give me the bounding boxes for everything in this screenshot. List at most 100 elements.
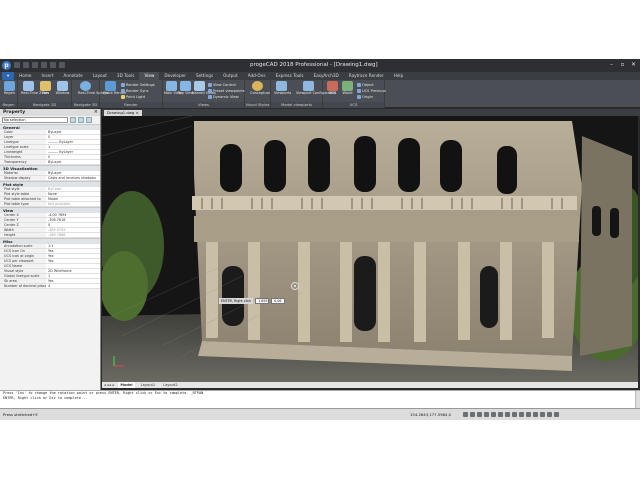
realtime-sphere-button[interactable]: Real-Time Sphere (78, 81, 109, 101)
tab-view[interactable]: View (139, 72, 160, 80)
property-value[interactable]: ByColor (46, 187, 100, 191)
dynamic-input-icon[interactable] (519, 412, 524, 417)
property-value[interactable]: Yes (46, 259, 100, 263)
command-window[interactable]: Press 'Ins' to change the rotation point… (0, 390, 640, 409)
property-value[interactable]: ByLayer (46, 160, 100, 164)
dynamic-view-button[interactable]: Dynamic View (208, 94, 239, 100)
workspace-icon[interactable] (540, 412, 545, 417)
property-value[interactable]: -306.7618 (46, 218, 100, 222)
property-value[interactable]: Casts and receives shadows (46, 176, 100, 180)
polar-icon[interactable] (484, 412, 489, 417)
snap-icon[interactable] (463, 412, 468, 417)
tab-insert[interactable]: Insert (36, 72, 58, 80)
minimize-icon[interactable]: – (607, 61, 616, 69)
main-view-button[interactable]: Main View (164, 81, 182, 101)
annotation-scale-icon[interactable] (533, 412, 538, 417)
layout-nav-arrows[interactable]: ◂ ◂ ▸ ▸ (104, 383, 114, 387)
window-zoom-button[interactable]: Window (55, 81, 70, 101)
property-value[interactable]: 0 (46, 155, 100, 159)
lweight-icon[interactable] (505, 412, 510, 417)
quick-render-button[interactable]: Quick Render (103, 81, 126, 101)
tab-layout2[interactable]: Layout2 (161, 382, 180, 388)
conceptual-button[interactable]: Conceptual (250, 81, 270, 101)
property-value[interactable]: ——— ByLayer (46, 140, 100, 144)
tab-layout1[interactable]: Layout1 (139, 382, 158, 388)
dynamic-input[interactable]: ENTER, Right click 1,895 0,06 (219, 298, 286, 304)
property-value[interactable] (46, 264, 100, 268)
tab-developer[interactable]: Developer (159, 72, 191, 80)
property-value[interactable]: Model (46, 197, 100, 201)
tab-annotate[interactable]: Annotate (59, 72, 88, 80)
named-views-button[interactable]: Named Views (192, 81, 216, 101)
ortho-icon[interactable] (477, 412, 482, 417)
close-icon[interactable]: ✕ (629, 61, 638, 69)
new-icon[interactable] (14, 62, 20, 68)
property-value[interactable]: None (46, 192, 100, 196)
open-icon[interactable] (23, 62, 29, 68)
undo-icon[interactable] (50, 62, 56, 68)
world-ucs-button[interactable]: World (340, 81, 355, 101)
ucs-origin-button[interactable]: Origin (357, 94, 373, 100)
property-value[interactable]: -289.7886 (46, 233, 100, 237)
property-value[interactable]: Yes (46, 249, 100, 253)
quick-select-icon[interactable] (86, 117, 92, 123)
redo-icon[interactable] (59, 62, 65, 68)
property-value[interactable]: 1 (46, 145, 100, 149)
tab-file-menu[interactable]: ▾ (2, 72, 15, 80)
tab-express-tools[interactable]: Express Tools (271, 72, 309, 80)
property-row[interactable]: Number of decimal places 4 (0, 284, 100, 289)
tab-output[interactable]: Output (218, 72, 243, 80)
settings-icon[interactable] (554, 412, 559, 417)
app-logo[interactable]: p (2, 61, 11, 70)
tab-settings[interactable]: Settings (191, 72, 218, 80)
point-light-button[interactable]: Point Light (121, 94, 145, 100)
selection-dropdown[interactable]: No selection (2, 117, 68, 123)
property-value[interactable]: 2D Wireframe (46, 269, 100, 273)
viewport-configuration-button[interactable]: Viewport Configuration (296, 81, 336, 101)
dynamic-input-field-1[interactable]: 1,895 (255, 298, 270, 304)
command-prompt-line[interactable]: ENTER, Right click or Esc to complete... (0, 396, 640, 401)
close-icon[interactable]: × (136, 110, 139, 115)
property-value[interactable]: -4.00 7894 (46, 213, 100, 217)
drawing-canvas[interactable]: ENTER, Right click 1,895 0,06 (102, 116, 638, 382)
tab-add-ons[interactable]: Add-Ons (243, 72, 271, 80)
property-value[interactable]: ByLayer (46, 130, 100, 134)
select-objects-icon[interactable] (78, 117, 84, 123)
tab-model[interactable]: Model (118, 382, 135, 388)
dynamic-input-field-2[interactable]: 0,06 (271, 298, 286, 304)
save-icon[interactable] (32, 62, 38, 68)
tab-home[interactable]: Home (14, 72, 36, 80)
tab-3d-tools[interactable]: 3D Tools (112, 72, 140, 80)
pan-button[interactable]: Pan (38, 81, 53, 101)
lock-icon[interactable] (547, 412, 552, 417)
grid-icon[interactable] (470, 412, 475, 417)
property-value[interactable]: Yes (46, 279, 100, 283)
tab-help[interactable]: Help (389, 72, 409, 80)
ucs-button[interactable]: UCS (325, 81, 340, 101)
property-value[interactable]: 0 (46, 223, 100, 227)
realtime-zoom-button[interactable]: Real-Time Zoom (21, 81, 49, 101)
maximize-icon[interactable]: ▫ (618, 61, 627, 69)
tab-raytrace-render[interactable]: Raytrace Render (344, 72, 389, 80)
etrack-icon[interactable] (498, 412, 503, 417)
property-value[interactable]: 1 (46, 274, 100, 278)
viewports-button[interactable]: Viewports (274, 81, 291, 101)
esnap-icon[interactable] (491, 412, 496, 417)
toggle-pickadd-icon[interactable] (70, 117, 76, 123)
property-value[interactable]: 1:1 (46, 244, 100, 248)
tab-layout[interactable]: Layout (88, 72, 112, 80)
close-icon[interactable]: × (94, 109, 98, 116)
property-value[interactable]: Yes (46, 254, 100, 258)
print-icon[interactable] (41, 62, 47, 68)
property-value[interactable]: Not available (46, 202, 100, 206)
regen-button[interactable]: Regen (2, 81, 17, 101)
property-value[interactable]: ——— ByLayer (46, 150, 100, 154)
property-value[interactable]: 4 (46, 284, 100, 288)
command-scrollbar[interactable] (635, 391, 640, 409)
top-view-button[interactable]: Top View (178, 81, 193, 101)
model-icon[interactable] (512, 412, 517, 417)
tab-easyarch3d[interactable]: EasyArch3D (309, 72, 344, 80)
property-value[interactable]: 0 (46, 135, 100, 139)
quick-properties-icon[interactable] (526, 412, 531, 417)
property-value[interactable]: -483.0755 (46, 228, 100, 232)
